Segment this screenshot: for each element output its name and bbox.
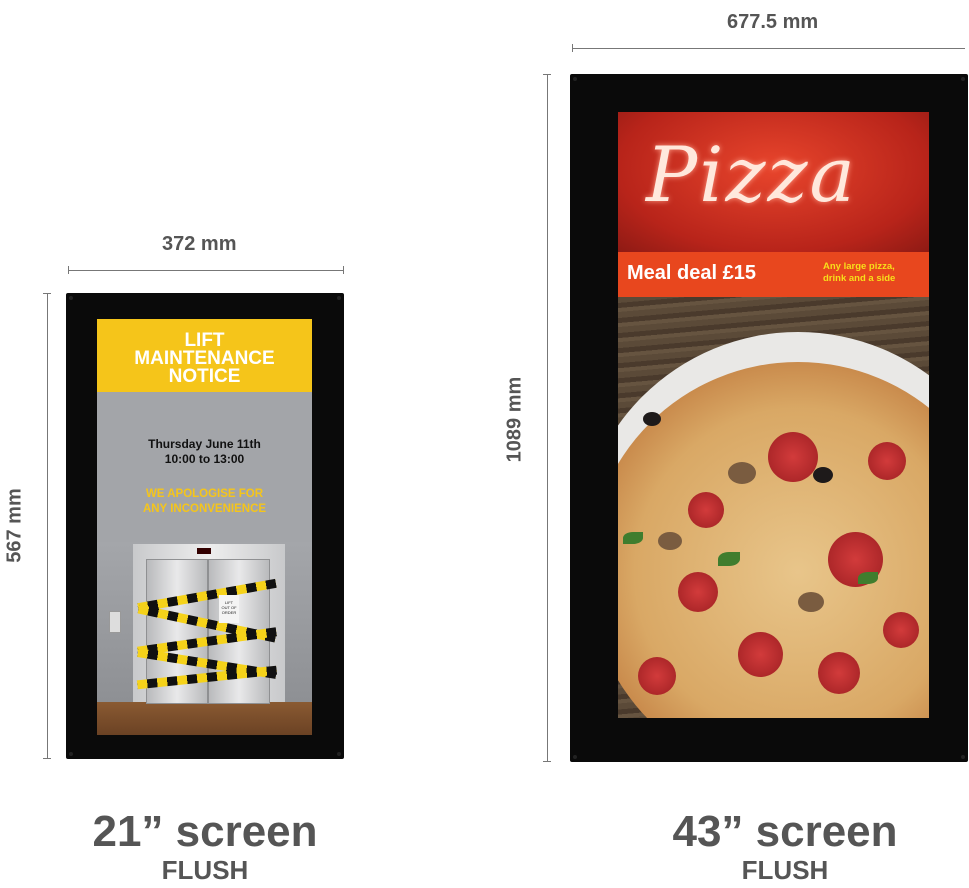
height-label: 567 mm <box>3 488 26 563</box>
tick <box>543 761 551 762</box>
pepperoni <box>818 652 860 694</box>
screw <box>69 296 73 300</box>
right-caption: 43” screen FLUSH <box>640 807 930 885</box>
mushroom <box>658 532 682 550</box>
neon-background: Pizza <box>618 112 929 252</box>
mount-type: FLUSH <box>161 855 249 885</box>
date-time: Thursday June 11th 10:00 to 13:00 <box>97 437 312 467</box>
call-button-panel <box>109 611 121 633</box>
screw <box>337 752 341 756</box>
mount-type: FLUSH <box>741 855 829 885</box>
screw <box>69 752 73 756</box>
pepperoni <box>678 572 718 612</box>
mushroom <box>728 462 756 484</box>
title-line: NOTICE <box>168 366 241 387</box>
width-line <box>572 48 965 49</box>
width-label: 372 mm <box>162 233 237 255</box>
height-line <box>47 293 48 759</box>
basil-leaf <box>718 552 740 566</box>
apology-line: ANY INCONVENIENCE <box>142 503 267 515</box>
poster-title: LIFT MAINTENANCE NOTICE <box>97 319 312 392</box>
screw <box>573 77 577 81</box>
floor-indicator <box>197 548 211 554</box>
olive <box>643 412 661 426</box>
offer-band: Meal deal £15 Any large pizza, drink and… <box>618 252 929 297</box>
time: 10:00 to 13:00 <box>164 452 245 466</box>
date: Thursday June 11th <box>148 437 261 451</box>
height-label: 1089 mm <box>503 376 526 463</box>
screw <box>961 77 965 81</box>
pepperoni <box>738 632 783 677</box>
screw <box>337 296 341 300</box>
mushroom <box>798 592 824 612</box>
tick <box>43 758 51 759</box>
sign-line: ORDER <box>221 610 237 615</box>
wood-floor <box>97 702 312 735</box>
olive <box>813 467 833 483</box>
screen-size: 43” screen <box>672 807 898 856</box>
tick <box>43 293 51 294</box>
out-of-order-sign: LIFT OUT OF ORDER <box>219 595 239 623</box>
screen-size: 21” screen <box>92 807 318 856</box>
neon-pizza-title: Pizza <box>646 130 857 219</box>
screw <box>573 755 577 759</box>
apology-line: WE APOLOGISE FOR <box>145 488 264 500</box>
pepperoni <box>638 657 676 695</box>
left-caption: 21” screen FLUSH <box>60 807 350 885</box>
offer-detail: Any large pizza, drink and a side <box>823 261 895 285</box>
offer-detail-line: Any large pizza, <box>823 261 895 272</box>
width-line <box>68 270 344 271</box>
apology-text: WE APOLOGISE FOR ANY INCONVENIENCE <box>97 487 312 517</box>
basil-leaf <box>858 572 878 584</box>
tick <box>572 44 573 52</box>
tick <box>543 74 551 75</box>
offer-title: Meal deal £15 <box>627 262 756 284</box>
pizza-poster: Pizza Meal deal £15 Any large pizza, dri… <box>618 112 929 718</box>
pepperoni <box>868 442 906 480</box>
basil-leaf <box>623 532 643 544</box>
width-label: 677.5 mm <box>727 11 819 33</box>
pepperoni <box>883 612 919 648</box>
lift-maintenance-poster: LIFT MAINTENANCE NOTICE Thursday June 11… <box>97 319 312 735</box>
offer-detail-line: drink and a side <box>823 273 896 284</box>
tick <box>343 266 344 274</box>
screw <box>961 755 965 759</box>
height-line <box>547 74 548 762</box>
tick <box>68 266 69 274</box>
pepperoni <box>688 492 724 528</box>
poster-body: Thursday June 11th 10:00 to 13:00 WE APO… <box>97 392 312 542</box>
pepperoni <box>768 432 818 482</box>
